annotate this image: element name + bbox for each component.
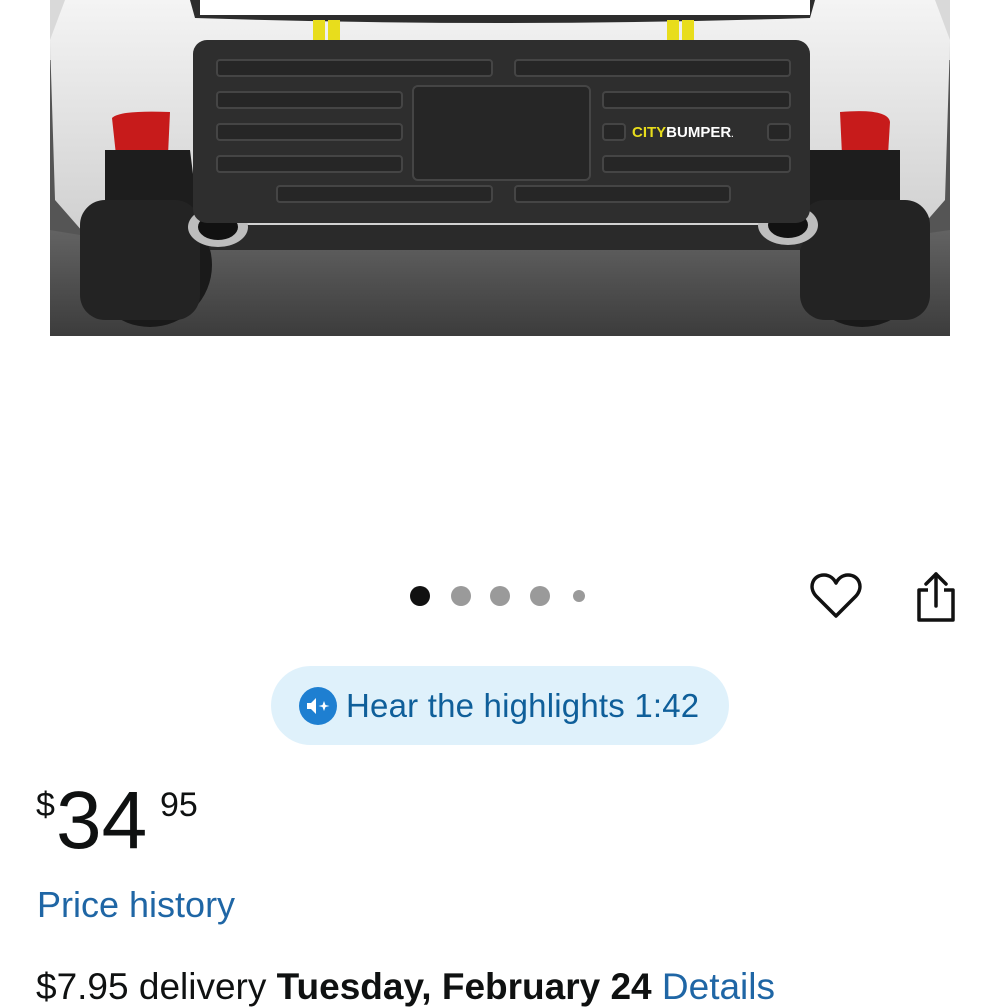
hear-highlights-label: Hear the highlights 1:42	[346, 686, 700, 724]
price-currency-symbol: $	[36, 786, 55, 824]
price-whole: 34	[56, 775, 148, 866]
audio-sparkle-icon	[299, 686, 337, 725]
product-image[interactable]: CITYBUMPER.	[50, 0, 950, 336]
delivery-info: $7.95 delivery Tuesday, February 24 Deta…	[36, 966, 775, 1008]
brand-mark: CITYBUMPER.	[632, 124, 733, 141]
hear-highlights-button[interactable]: Hear the highlights 1:42	[271, 666, 729, 745]
heart-icon	[810, 573, 862, 618]
delivery-fee: $7.95 delivery	[36, 966, 267, 1007]
carousel-dot[interactable]	[530, 586, 550, 606]
favorite-button[interactable]	[806, 568, 866, 624]
carousel-dot[interactable]	[490, 586, 510, 606]
price-history-link[interactable]: Price history	[37, 884, 235, 926]
delivery-date: Tuesday, February 24	[276, 966, 652, 1007]
delivery-details-link[interactable]: Details	[662, 966, 775, 1007]
share-icon	[917, 572, 955, 622]
carousel-dot[interactable]	[410, 586, 430, 606]
carousel-dot[interactable]	[573, 590, 585, 602]
carousel-dot[interactable]	[451, 586, 471, 606]
price-fraction: 95	[160, 786, 198, 824]
share-button[interactable]	[908, 568, 964, 626]
